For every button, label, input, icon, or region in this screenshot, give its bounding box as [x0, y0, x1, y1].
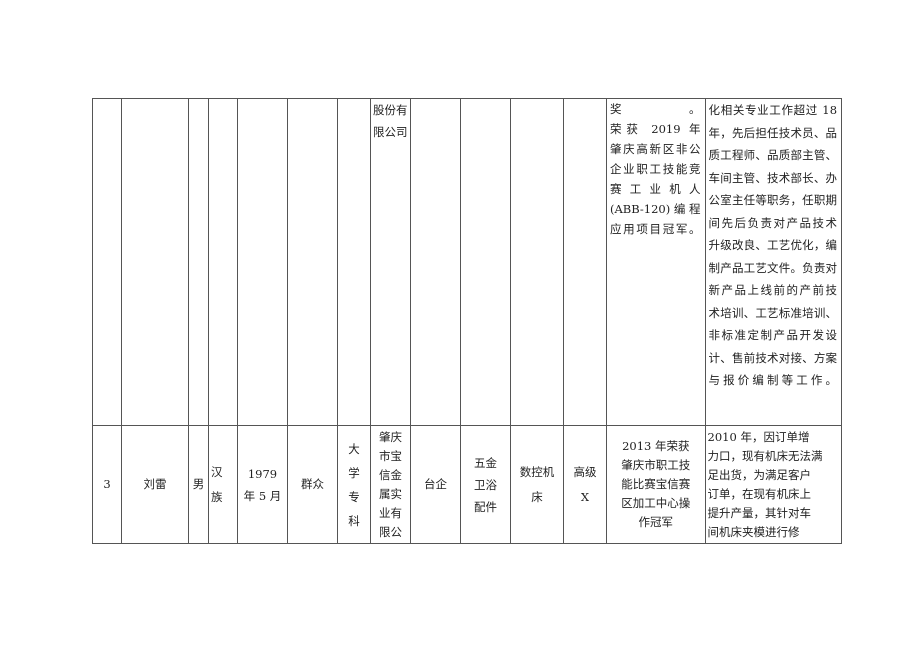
cell-political-status: 群众: [287, 425, 338, 544]
text-line: 年，先后担任技术员、品: [708, 125, 838, 140]
cell-level: 高级 X: [563, 425, 607, 544]
cell-text: 2013 年荣获 肇庆市职工技 能比赛宝信赛 区加工中心操 作冠军: [607, 437, 704, 532]
cell-text: 肇庆市宝信金属实业有限公: [372, 428, 410, 542]
text-line: 与报价编制等工作。: [708, 373, 838, 387]
text-line: 术培训、工艺标准培训、: [708, 305, 838, 320]
cell-text: 奖。荣获 2019 年肇庆高新区非公 企业职工技能竞赛 工 业 机 人 (ABB-1…: [610, 100, 701, 240]
cell-text: 化相关专业工作超过 18 年，先后担任技术员、品 质工程师、品质部主管、 车间主管、技…: [708, 100, 838, 392]
text-line: 提升产量，其针对车: [707, 505, 812, 520]
text-line: 年 5 月: [243, 488, 282, 503]
cell-education: 大学专科: [337, 425, 371, 544]
table-row: 股份有限公司 奖。荣获 2019 年肇庆高新区非公 企业职工技能竞赛 工 业 机 …: [92, 98, 843, 426]
cell-gender: [188, 98, 209, 426]
cell-company-type: [410, 98, 461, 426]
text-line: 配件: [474, 499, 497, 514]
text-line: 公室主任等职务，任职期: [708, 193, 838, 207]
cell-award: 奖。荣获 2019 年肇庆高新区非公 企业职工技能竞赛 工 业 机 人 (ABB-1…: [606, 98, 706, 426]
text-line: X: [580, 489, 590, 504]
text-line: 力口，现有机床无法满: [707, 448, 823, 463]
text-line: 属实: [379, 486, 402, 501]
text-line: 足出货，为满足客户: [707, 467, 812, 482]
cell-company: 股份有 限公司: [370, 98, 411, 426]
text-line: 赛 工 业 机 人: [610, 182, 701, 196]
text-line: 床: [531, 489, 543, 504]
cell-occupation: 数控机床: [510, 425, 564, 544]
cell-company-type: 台企: [410, 425, 461, 544]
text-line: 订单，在现有机床上: [707, 486, 812, 501]
text-line: 化相关专业工作超过 18: [708, 103, 838, 117]
text-line: 业有: [379, 505, 402, 520]
text-line: 2013 年荣获: [622, 439, 690, 453]
text-line: 信金: [379, 467, 402, 482]
cell-political-status: [287, 98, 338, 426]
text-line: 间机床夹模进行修: [707, 524, 800, 539]
text-line: 间先后负责对产品技术: [708, 215, 838, 230]
text-line: 新产品上线前的产前技: [708, 283, 838, 297]
cell-description: 2010 年，因订单增 力口，现有机床无法满 足出货，为满足客户 订单，在现有机床上提…: [704, 425, 843, 544]
cell-text: 1979 年 5 月: [239, 463, 287, 507]
text-line: (ABB-120) 编 程: [610, 202, 701, 216]
cell-text: 大学专科: [339, 437, 370, 533]
cell-text: 数控机床: [512, 460, 563, 510]
text-line: 汉: [211, 464, 223, 479]
cell-industry: [460, 98, 511, 426]
text-line: 数控机: [519, 464, 555, 479]
cell-text: 2010 年，因订单增 力口，现有机床无法满 足出货，为满足客户 订单，在现有机床上提…: [707, 428, 841, 542]
text-line: 限公司: [373, 125, 408, 139]
cell-education: [337, 98, 371, 426]
text-line: 科: [348, 513, 360, 528]
cell-company: 肇庆市宝信金属实业有限公: [370, 425, 411, 544]
cell-industry: 五金 卫浴 配件: [460, 425, 511, 544]
text-line: 肇庆高新区非公: [610, 142, 701, 156]
text-line: 大: [348, 441, 360, 456]
text-line: 区加工中心操: [621, 496, 691, 510]
table-row: 3 刘雷 男 汉族 1979 年 5 月 群众 大学专科 肇庆市宝信金属实业有限公…: [92, 425, 843, 544]
text-line: 应用项目冠军。: [610, 222, 701, 236]
text-line: 企业职工技能竞: [610, 162, 701, 176]
text-line: 制产品工艺文件。负责对: [708, 260, 838, 275]
text-line: 升级改良、工艺优化，编: [708, 238, 838, 252]
cell-text: 五金 卫浴 配件: [462, 452, 510, 518]
cell-index: [92, 98, 122, 426]
cell-name: 刘雷: [121, 425, 189, 544]
text-line: 奖。: [610, 102, 701, 116]
text-line: 学: [348, 465, 360, 480]
cell-birth: 1979 年 5 月: [237, 425, 288, 544]
text-line: 质工程师、品质部主管、: [708, 148, 838, 162]
cell-award: 2013 年荣获 肇庆市职工技 能比赛宝信赛 区加工中心操 作冠军: [606, 425, 706, 544]
cell-occupation: [510, 98, 564, 426]
cell-text: 汉族: [211, 460, 237, 510]
text-line: 非标准定制产品开发设: [708, 328, 838, 342]
text-line: 高级: [573, 464, 597, 479]
text-line: 肇庆: [379, 429, 402, 444]
cell-gender: 男: [188, 425, 209, 544]
text-line: 2010 年，因订单增: [707, 429, 810, 444]
cell-text: 高级 X: [565, 460, 606, 510]
cell-birth: [237, 98, 288, 426]
personnel-table: 股份有限公司 奖。荣获 2019 年肇庆高新区非公 企业职工技能竞赛 工 业 机 …: [92, 98, 843, 544]
text-line: 肇庆市职工技: [621, 458, 691, 472]
text-line: 限公: [379, 524, 402, 539]
text-line: 计、售前技术对接、方案: [708, 350, 838, 365]
text-line: 五金: [474, 455, 497, 470]
cell-name: [121, 98, 189, 426]
cell-level: [563, 98, 607, 426]
cell-ethnicity: 汉族: [208, 425, 238, 544]
cell-ethnicity: [208, 98, 238, 426]
text-line: 卫浴: [474, 477, 497, 492]
cell-text: 股份有 限公司: [373, 100, 410, 144]
cell-index: 3: [92, 425, 122, 544]
text-line: 股份有: [373, 103, 408, 117]
cell-description: 化相关专业工作超过 18 年，先后担任技术员、品 质工程师、品质部主管、 车间主管、技…: [704, 98, 843, 426]
text-line: 市宝: [379, 448, 402, 463]
text-line: 能比赛宝信赛: [621, 477, 691, 491]
text-line: 作冠军: [638, 515, 674, 529]
text-line: 专: [348, 489, 360, 504]
text-line: 车间主管、技术部长、办: [708, 170, 838, 185]
text-line: 1979: [247, 466, 278, 481]
text-line: 荣获 2019 年: [610, 122, 701, 136]
text-line: 族: [211, 489, 223, 504]
